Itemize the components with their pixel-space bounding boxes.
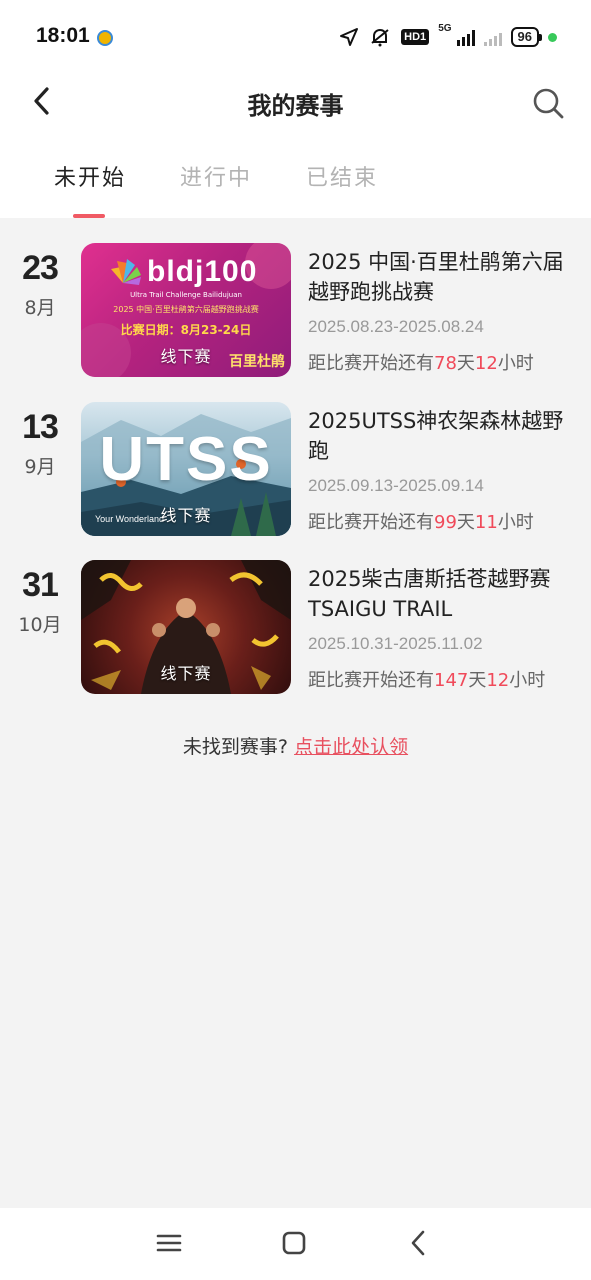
countdown-hours: 11: [474, 512, 498, 533]
status-bar: 18:01 HD1 5G 96: [0, 0, 591, 72]
event-countdown: 距比赛开始还有78天12小时: [308, 353, 534, 374]
event-month: 10月: [18, 614, 62, 636]
event-type-tag: 线下赛: [160, 664, 212, 683]
event-type-tag: 线下赛: [160, 347, 212, 366]
home-icon[interactable]: [279, 1228, 309, 1258]
claim-event-link[interactable]: 点击此处认领: [294, 736, 408, 758]
signal-strength-icon: [456, 28, 475, 46]
event-card-tsaigu[interactable]: 31 10月 线下赛 2025柴古唐斯括苍越野赛TSAIGU TRAIL 202…: [0, 560, 591, 694]
tab-in-progress[interactable]: 进行中: [180, 160, 252, 192]
signal-sim2-icon: [483, 28, 502, 46]
mute-icon: [371, 28, 389, 47]
event-countdown: 距比赛开始还有147天12小时: [308, 670, 546, 691]
not-found-prompt: 未找到赛事? 点击此处认领: [0, 732, 591, 759]
countdown-days: 78: [434, 353, 457, 374]
event-poster-image[interactable]: bldj100 Ultra Trail Challenge Bailidujua…: [81, 243, 291, 377]
event-title[interactable]: 2025柴古唐斯括苍越野赛TSAIGU TRAIL: [308, 564, 570, 624]
event-type-tag: 线下赛: [160, 506, 212, 525]
battery-indicator: 96: [510, 27, 543, 47]
poster-date-text: 比赛日期：8月23-24日: [120, 323, 252, 337]
app-header: 我的赛事 未开始 进行中 已结束: [0, 72, 591, 218]
back-icon[interactable]: [404, 1228, 434, 1258]
not-found-text: 未找到赛事?: [182, 736, 289, 758]
event-title[interactable]: 2025 中国·百里杜鹃第六届越野跑挑战赛: [308, 247, 570, 307]
event-day: 13: [22, 408, 59, 446]
status-icons: HD1 5G 96: [339, 24, 557, 50]
tab-finished[interactable]: 已结束: [306, 160, 378, 192]
event-card-bailidujuan[interactable]: 23 8月 bldj100 Ultra Trail Challenge Bail…: [0, 243, 591, 377]
event-poster-image[interactable]: 线下赛: [81, 560, 291, 694]
tab-upcoming[interactable]: 未开始: [54, 160, 126, 192]
network-type: 5G: [438, 23, 452, 34]
hd-badge: HD1: [401, 29, 430, 45]
event-day: 31: [22, 566, 59, 604]
event-title[interactable]: 2025UTSS神农架森林越野跑: [308, 406, 570, 466]
event-countdown: 距比赛开始还有99天11小时: [308, 512, 534, 533]
event-card-utss[interactable]: 13 9月 UTSS Your Wonderland 线下赛 2025UTSS神…: [0, 402, 591, 536]
poster-logo-text: bldj100: [147, 255, 258, 288]
poster-logo-text: UTSS: [99, 425, 273, 494]
event-poster-image[interactable]: UTSS Your Wonderland 线下赛: [81, 402, 291, 536]
privacy-dot-icon: [548, 32, 557, 42]
search-icon[interactable]: [531, 86, 565, 120]
poster-subtitle: Ultra Trail Challenge Bailidujuan: [130, 291, 242, 299]
app-notification-icon: [97, 30, 113, 46]
menu-icon[interactable]: [154, 1228, 184, 1258]
active-tab-indicator: [73, 214, 105, 218]
page-title: 我的赛事: [247, 92, 344, 120]
countdown-days: 99: [434, 512, 457, 533]
event-month: 8月: [24, 297, 56, 319]
countdown-hours: 12: [474, 353, 498, 374]
poster-cn-title: 2025 中国·百里杜鹃第六届越野跑挑战赛: [113, 305, 259, 314]
event-dates: 2025.10.31-2025.11.02: [308, 634, 483, 653]
countdown-days: 147: [434, 670, 469, 691]
event-month: 9月: [24, 456, 56, 478]
event-dates: 2025.09.13-2025.09.14: [308, 476, 484, 495]
tab-bar: 未开始 进行中 已结束: [0, 160, 591, 218]
event-day: 23: [22, 249, 59, 287]
countdown-hours: 12: [486, 670, 510, 691]
system-nav-bar: [0, 1208, 591, 1280]
status-time: 18:01: [36, 24, 90, 47]
event-dates: 2025.08.23-2025.08.24: [308, 317, 484, 336]
location-icon: [340, 28, 359, 46]
